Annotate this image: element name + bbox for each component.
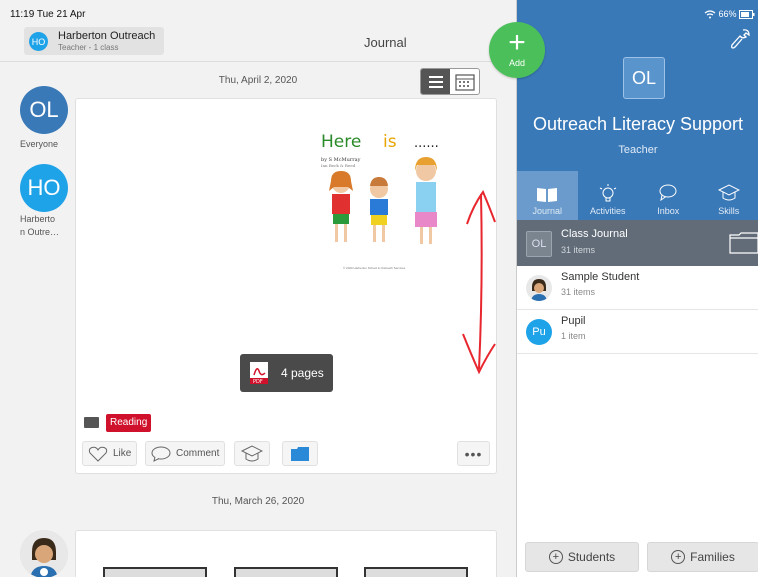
mortarboard-icon (717, 184, 740, 201)
class-journal-avatar: OL (526, 231, 552, 257)
header-divider (0, 61, 516, 62)
doc-title-word3: ...... (414, 136, 439, 151)
pages-count: 4 pages (281, 366, 324, 380)
folder-outline-icon[interactable] (729, 232, 758, 254)
battery-icon (739, 10, 755, 20)
scroll-annotation-arrow (462, 189, 496, 375)
everyone-label: Everyone (20, 139, 59, 149)
feed-date: Thu, April 2, 2020 (218, 75, 298, 86)
account-subtitle: Teacher - 1 class (58, 43, 119, 52)
folder-icon (84, 417, 99, 428)
post-thumbnail[interactable] (364, 567, 468, 577)
student-row[interactable]: Sample Student 31 items (517, 266, 758, 310)
wifi-icon (704, 10, 716, 19)
pdf-label: PDF (253, 379, 263, 385)
calendar-view-icon[interactable] (450, 69, 479, 94)
student-avatar (526, 275, 552, 301)
folder-blue-icon (291, 446, 309, 461)
battery-indicator: 66% (704, 9, 755, 20)
add-students-button[interactable]: + Students (525, 542, 639, 572)
post-thumbnail[interactable] (234, 567, 338, 577)
tab-activities[interactable]: Activities (578, 171, 639, 220)
doc-title-word1: Here (321, 132, 361, 152)
feed-date-2: Thu, March 26, 2020 (211, 496, 305, 507)
account-avatar: HO (29, 32, 48, 51)
class-journal-name: Class Journal (561, 228, 628, 240)
folder-button[interactable] (282, 441, 318, 466)
page-title: Journal (364, 35, 407, 50)
class-avatar: OL (623, 57, 665, 99)
doc-footer: © 2020 Harberton School & Outreach Servi… (343, 266, 406, 270)
reading-tag[interactable]: Reading (106, 414, 152, 432)
add-circle-icon: + (548, 550, 563, 564)
tab-inbox[interactable]: Inbox (638, 171, 699, 220)
harberton-label: Harberto n Outre… (20, 214, 60, 237)
add-families-button[interactable]: + Families (647, 542, 758, 572)
student-name: Pupil (561, 315, 586, 327)
list-view-icon[interactable] (421, 69, 450, 94)
student-avatar[interactable] (20, 530, 68, 577)
doc-byline-2: Ian Beck & Reed (321, 163, 356, 168)
skills-button[interactable] (234, 441, 270, 466)
plus-icon: + (508, 26, 526, 59)
lightbulb-icon (599, 184, 616, 202)
class-journal-row[interactable]: OL Class Journal 31 items (517, 220, 758, 266)
book-icon (537, 188, 558, 202)
status-time: 11:19 Tue 21 Apr (10, 9, 86, 20)
tab-journal[interactable]: Journal (517, 171, 578, 220)
doc-title-word2: is (383, 132, 397, 152)
class-role: Teacher (618, 144, 658, 156)
harberton-avatar[interactable]: HO (20, 164, 68, 212)
account-switcher[interactable]: HO Harberton Outreach Teacher - 1 class (24, 27, 164, 55)
chat-icon (659, 184, 677, 202)
student-row[interactable]: Pu Pupil 1 item (517, 310, 758, 354)
tab-skills[interactable]: Skills (699, 171, 758, 220)
everyone-avatar[interactable]: OL (20, 86, 68, 134)
add-button[interactable]: + Add (489, 22, 545, 78)
like-button[interactable]: Like (82, 441, 138, 466)
class-journal-count: 31 items (561, 245, 596, 255)
more-options-button[interactable]: ••• (457, 441, 490, 466)
post-thumbnail[interactable] (103, 567, 207, 577)
account-name: Harberton Outreach (58, 30, 156, 42)
student-name: Sample Student (561, 271, 640, 283)
add-label: Add (508, 58, 525, 68)
document-preview[interactable]: Here is ...... by S McMurray Ian Beck & … (321, 129, 461, 279)
heart-icon (88, 446, 108, 462)
class-panel: 66% OL Outreach Literacy Support Teacher… (516, 0, 758, 577)
pdf-pages-button[interactable]: PDF 4 pages (240, 354, 333, 392)
add-circle-icon: + (671, 550, 686, 564)
mortarboard-icon (241, 444, 263, 461)
journal-feed-pane: 11:19 Tue 21 Apr HO Harberton Outreach T… (0, 0, 516, 577)
pdf-icon: PDF (250, 362, 268, 385)
comment-button[interactable]: Comment (145, 441, 226, 466)
panel-tabs: Journal Activities Inbox Skills (517, 171, 758, 220)
class-header: 66% OL Outreach Literacy Support Teacher (517, 0, 758, 171)
student-count: 1 item (561, 331, 586, 341)
wrench-icon[interactable] (729, 28, 751, 50)
student-count: 31 items (561, 287, 596, 297)
class-title: Outreach Literacy Support (532, 114, 744, 134)
pupil-avatar: Pu (526, 319, 552, 345)
view-toggle[interactable] (420, 68, 480, 95)
comment-icon (151, 446, 171, 462)
